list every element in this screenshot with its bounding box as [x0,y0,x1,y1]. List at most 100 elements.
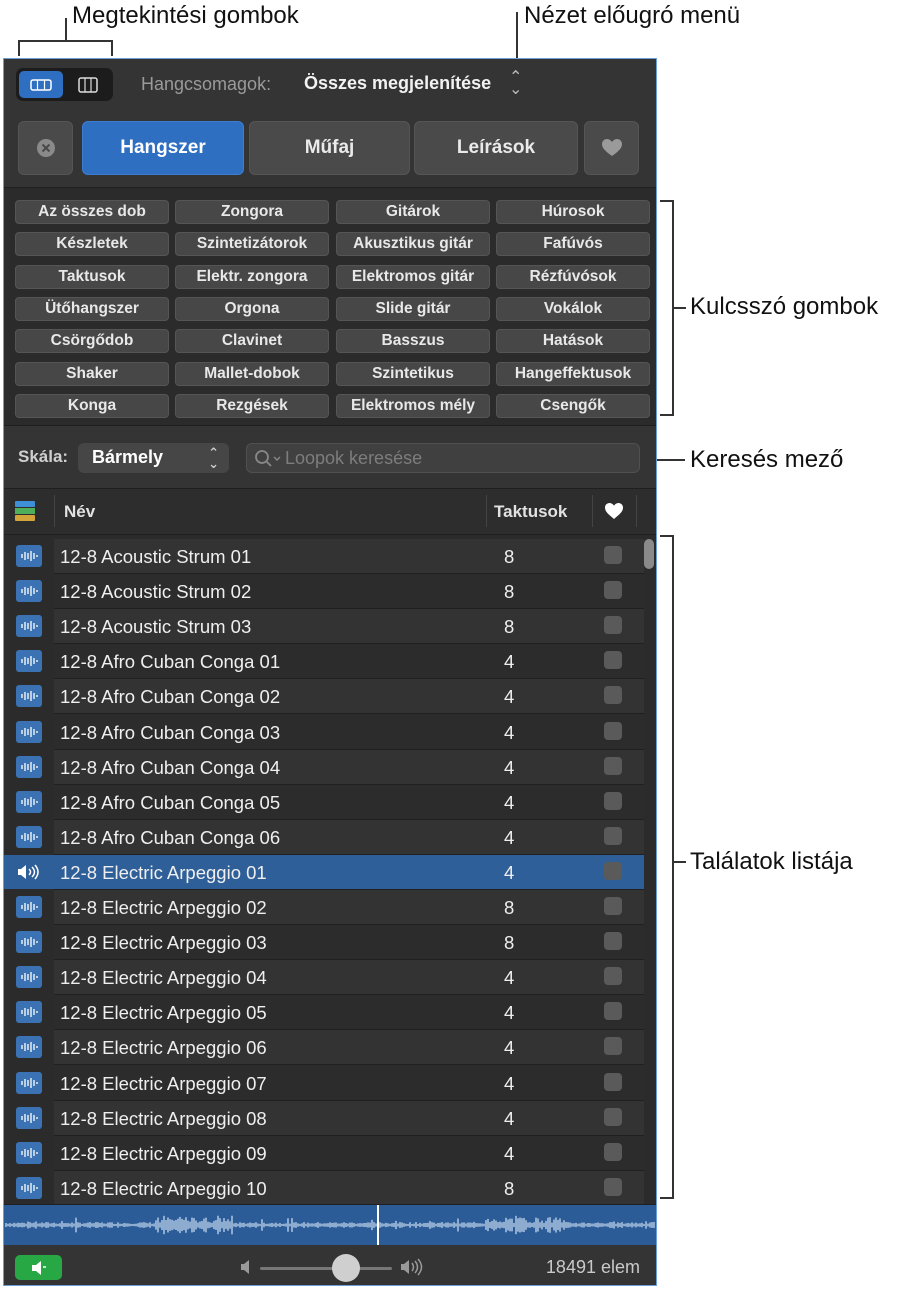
favorite-checkbox[interactable] [604,897,622,915]
keyword-button[interactable]: Zongora [175,200,329,224]
column-view-button[interactable] [66,71,110,98]
favorite-checkbox[interactable] [604,581,622,599]
volume-slider-track[interactable] [260,1267,392,1270]
row-icon-cell [4,960,54,994]
playhead[interactable] [377,1205,379,1245]
table-row[interactable]: 12-8 Electric Arpeggio 028 [4,890,644,925]
table-row[interactable]: 12-8 Afro Cuban Conga 064 [4,820,644,855]
keyword-button[interactable]: Orgona [175,297,329,321]
table-row[interactable]: 12-8 Electric Arpeggio 084 [4,1101,644,1136]
row-icon-cell [4,1171,54,1204]
scrollbar-thumb[interactable] [644,539,654,569]
keyword-button[interactable]: Shaker [15,362,169,386]
favorite-checkbox[interactable] [604,827,622,845]
keyword-button[interactable]: Elektromos gitár [336,265,490,289]
column-header-bars[interactable]: Taktusok [494,502,567,522]
favorite-checkbox[interactable] [604,967,622,985]
keyword-button[interactable]: Csörgődob [15,329,169,353]
keyword-button[interactable]: Szintetikus [336,362,490,386]
table-row[interactable]: 12-8 Electric Arpeggio 054 [4,995,644,1030]
table-row[interactable]: 12-8 Acoustic Strum 038 [4,609,644,644]
callout-line [672,307,686,309]
table-row[interactable]: 12-8 Afro Cuban Conga 034 [4,715,644,750]
loop-name: 12-8 Electric Arpeggio 04 [60,967,267,989]
favorite-checkbox[interactable] [604,1143,622,1161]
favorite-checkbox[interactable] [604,1108,622,1126]
keyword-button[interactable]: Akusztikus gitár [336,232,490,256]
keyword-button[interactable]: Elektr. zongora [175,265,329,289]
search-placeholder: Loopok keresése [285,448,422,469]
keyword-button[interactable]: Hangeffektusok [496,362,650,386]
tab-instrument[interactable]: Hangszer [82,121,244,175]
keyword-button[interactable]: Rezgések [175,394,329,418]
keyword-button[interactable]: Elektromos mély [336,394,490,418]
keyword-button[interactable]: Konga [15,394,169,418]
keyword-button[interactable]: Készletek [15,232,169,256]
row-icon-cell [4,890,54,924]
audio-loop-icon [16,931,42,953]
table-row[interactable]: 12-8 Electric Arpeggio 044 [4,960,644,995]
chevron-updown-icon[interactable]: ⌃⌄ [509,72,522,96]
column-header-name[interactable]: Név [64,502,95,522]
table-row[interactable]: 12-8 Afro Cuban Conga 054 [4,785,644,820]
callout-view-buttons: Megtekintési gombok [72,2,299,30]
favorite-checkbox[interactable] [604,757,622,775]
heart-icon[interactable] [604,502,624,520]
table-row[interactable]: 12-8 Electric Arpeggio 064 [4,1030,644,1065]
keyword-button[interactable]: Basszus [336,329,490,353]
chevron-updown-icon: ⌃⌄ [208,447,219,469]
keyword-button[interactable]: Csengők [496,394,650,418]
favorite-checkbox[interactable] [604,651,622,669]
button-view-button[interactable] [19,71,63,98]
keyword-button[interactable]: Hatások [496,329,650,353]
scale-select[interactable]: Bármely ⌃⌄ [78,443,229,473]
keyword-button[interactable]: Fafúvós [496,232,650,256]
row-icon-cell [4,855,54,889]
favorite-checkbox[interactable] [604,1002,622,1020]
keyword-button[interactable]: Húrosok [496,200,650,224]
keyword-button[interactable]: Az összes dob [15,200,169,224]
color-tag-icon[interactable] [15,501,35,521]
favorite-checkbox[interactable] [604,862,622,880]
favorite-checkbox[interactable] [604,616,622,634]
keyword-button[interactable]: Slide gitár [336,297,490,321]
keyword-button[interactable]: Szintetizátorok [175,232,329,256]
favorite-checkbox[interactable] [604,792,622,810]
reset-button[interactable] [18,121,73,175]
favorite-checkbox[interactable] [604,932,622,950]
table-row[interactable]: 12-8 Electric Arpeggio 038 [4,925,644,960]
keyword-button[interactable]: Vokálok [496,297,650,321]
table-row[interactable]: 12-8 Electric Arpeggio 094 [4,1136,644,1171]
keyword-button[interactable]: Ütőhangszer [15,297,169,321]
favorite-checkbox[interactable] [604,546,622,564]
table-row[interactable]: 12-8 Electric Arpeggio 108 [4,1171,644,1204]
waveform-preview[interactable] [4,1204,656,1245]
table-row[interactable]: 12-8 Afro Cuban Conga 044 [4,750,644,785]
keyword-button[interactable]: Taktusok [15,265,169,289]
loop-bars: 4 [504,792,514,814]
favorite-checkbox[interactable] [604,686,622,704]
loop-name: 12-8 Electric Arpeggio 03 [60,932,267,954]
favorite-checkbox[interactable] [604,1037,622,1055]
view-popup-menu[interactable]: Összes megjelenítése [304,73,491,94]
volume-slider-knob[interactable] [332,1254,360,1282]
keyword-button[interactable]: Rézfúvósok [496,265,650,289]
table-row[interactable]: 12-8 Acoustic Strum 018 [4,539,644,574]
table-row[interactable]: 12-8 Electric Arpeggio 074 [4,1066,644,1101]
table-row[interactable]: 12-8 Acoustic Strum 028 [4,574,644,609]
keyword-button[interactable]: Mallet-dobok [175,362,329,386]
table-row[interactable]: 12-8 Afro Cuban Conga 024 [4,679,644,714]
table-row[interactable]: 12-8 Afro Cuban Conga 014 [4,644,644,679]
search-field[interactable]: Loopok keresése [246,443,640,473]
favorite-checkbox[interactable] [604,1178,622,1196]
favorites-button[interactable] [584,121,639,175]
favorite-checkbox[interactable] [604,1073,622,1091]
tab-descriptors[interactable]: Leírások [414,121,578,175]
favorite-checkbox[interactable] [604,722,622,740]
keyword-button[interactable]: Gitárok [336,200,490,224]
table-row[interactable]: 12-8 Electric Arpeggio 014 [4,855,644,890]
keyword-button[interactable]: Clavinet [175,329,329,353]
callout-line [672,861,686,863]
tab-genre[interactable]: Műfaj [249,121,410,175]
preview-speaker-button[interactable] [15,1255,62,1280]
